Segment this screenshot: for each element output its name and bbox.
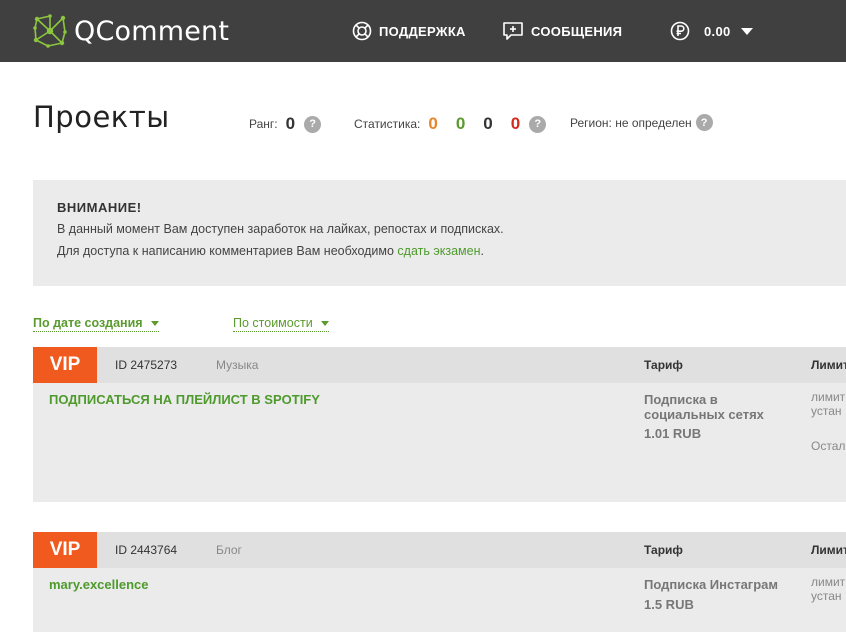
ruble-coin-icon [670, 21, 690, 41]
project-limit-text: лимит [811, 575, 846, 589]
statistics-stat: Статистика: 0 0 0 0 ? [354, 114, 547, 134]
tarif-header: Тариф [644, 543, 683, 557]
vip-badge: VIP [33, 347, 97, 383]
project-limit-text: лимит [811, 390, 846, 404]
project-title-link[interactable]: ПОДПИСАТЬСЯ НА ПЛЕЙЛИСТ В SPOTIFY [49, 392, 320, 407]
project-tarif: Подписка в социальных сетях [644, 392, 764, 422]
network-logo-icon [32, 13, 68, 49]
notice-text: Для доступа к написанию комментариев Вам… [57, 244, 398, 258]
stat-value-red: 0 [510, 114, 521, 133]
project-category: Блог [216, 543, 242, 557]
project-id: ID 2443764 [115, 543, 178, 557]
caret-down-icon [150, 321, 159, 326]
region-stat: Регион: не определен ? [570, 114, 713, 131]
project-card: VIP ID 2443764 Блог Тариф Лимит mary.exc… [33, 532, 846, 632]
project-remaining-text: Остал [811, 439, 846, 453]
chevron-down-icon [740, 27, 753, 35]
messages-link[interactable]: СООБЩЕНИЯ [502, 18, 622, 44]
notice-text: . [480, 244, 484, 258]
project-price: 1.5 RUB [644, 597, 694, 612]
stat-value-black: 0 [483, 114, 493, 133]
limit-header: Лимит [811, 543, 846, 557]
project-limit-text: устан [811, 404, 842, 418]
attention-notice: ВНИМАНИЕ! В данный момент Вам доступен з… [33, 180, 846, 286]
project-id: ID 2475273 [115, 358, 178, 372]
project-card: VIP ID 2475273 Музыка Тариф Лимит ПОДПИС… [33, 347, 846, 502]
rank-help-icon[interactable]: ? [304, 115, 322, 133]
stat-value-green: 0 [455, 114, 466, 133]
page-title: Проекты [33, 100, 170, 134]
sort-by-date[interactable]: По дате создания [33, 316, 159, 332]
caret-down-icon [320, 321, 329, 326]
notice-text-line: В данный момент Вам доступен заработок н… [57, 222, 504, 236]
take-exam-link[interactable]: сдать экзамен [397, 244, 480, 258]
notice-text-line: Для доступа к написанию комментариев Вам… [57, 244, 484, 258]
rank-stat: Ранг: 0 ? [249, 114, 322, 134]
sort-by-cost[interactable]: По стоимости [233, 316, 329, 332]
vip-badge: VIP [33, 532, 97, 568]
region-label: Регион: не определен [570, 115, 692, 130]
project-tarif: Подписка Инстаграм [644, 577, 779, 592]
sort-by-date-label: По дате создания [33, 316, 143, 330]
logo[interactable]: QComment [32, 12, 229, 50]
limit-header: Лимит [811, 358, 846, 372]
region-help-icon[interactable]: ? [695, 114, 713, 131]
balance-value: 0.00 [704, 23, 731, 39]
statistics-label: Статистика: [354, 117, 421, 131]
logo-text: QComment [74, 15, 230, 47]
support-link[interactable]: ПОДДЕРЖКА [352, 18, 466, 44]
project-limit-text: устан [811, 589, 842, 603]
messages-label: СООБЩЕНИЯ [531, 23, 623, 39]
message-add-icon [502, 21, 524, 41]
lifebuoy-icon [352, 21, 372, 41]
balance-dropdown[interactable]: 0.00 [670, 18, 753, 44]
project-card-header: VIP ID 2475273 Музыка Тариф Лимит [33, 347, 846, 383]
stat-value-orange: 0 [428, 114, 438, 133]
project-category: Музыка [216, 358, 259, 372]
notice-title: ВНИМАНИЕ! [57, 200, 142, 215]
top-navigation-bar: QComment ПОДДЕРЖКА СООБЩЕНИЯ 0.00 [0, 0, 846, 62]
project-price: 1.01 RUB [644, 426, 702, 441]
project-card-header: VIP ID 2443764 Блог Тариф Лимит [33, 532, 846, 568]
support-label: ПОДДЕРЖКА [379, 23, 466, 39]
tarif-header: Тариф [644, 358, 683, 372]
statistics-help-icon[interactable]: ? [529, 115, 547, 133]
rank-value: 0 [285, 114, 296, 133]
sort-by-cost-label: По стоимости [233, 316, 313, 330]
project-title-link[interactable]: mary.excellence [49, 577, 149, 592]
rank-label: Ранг: [249, 117, 278, 131]
